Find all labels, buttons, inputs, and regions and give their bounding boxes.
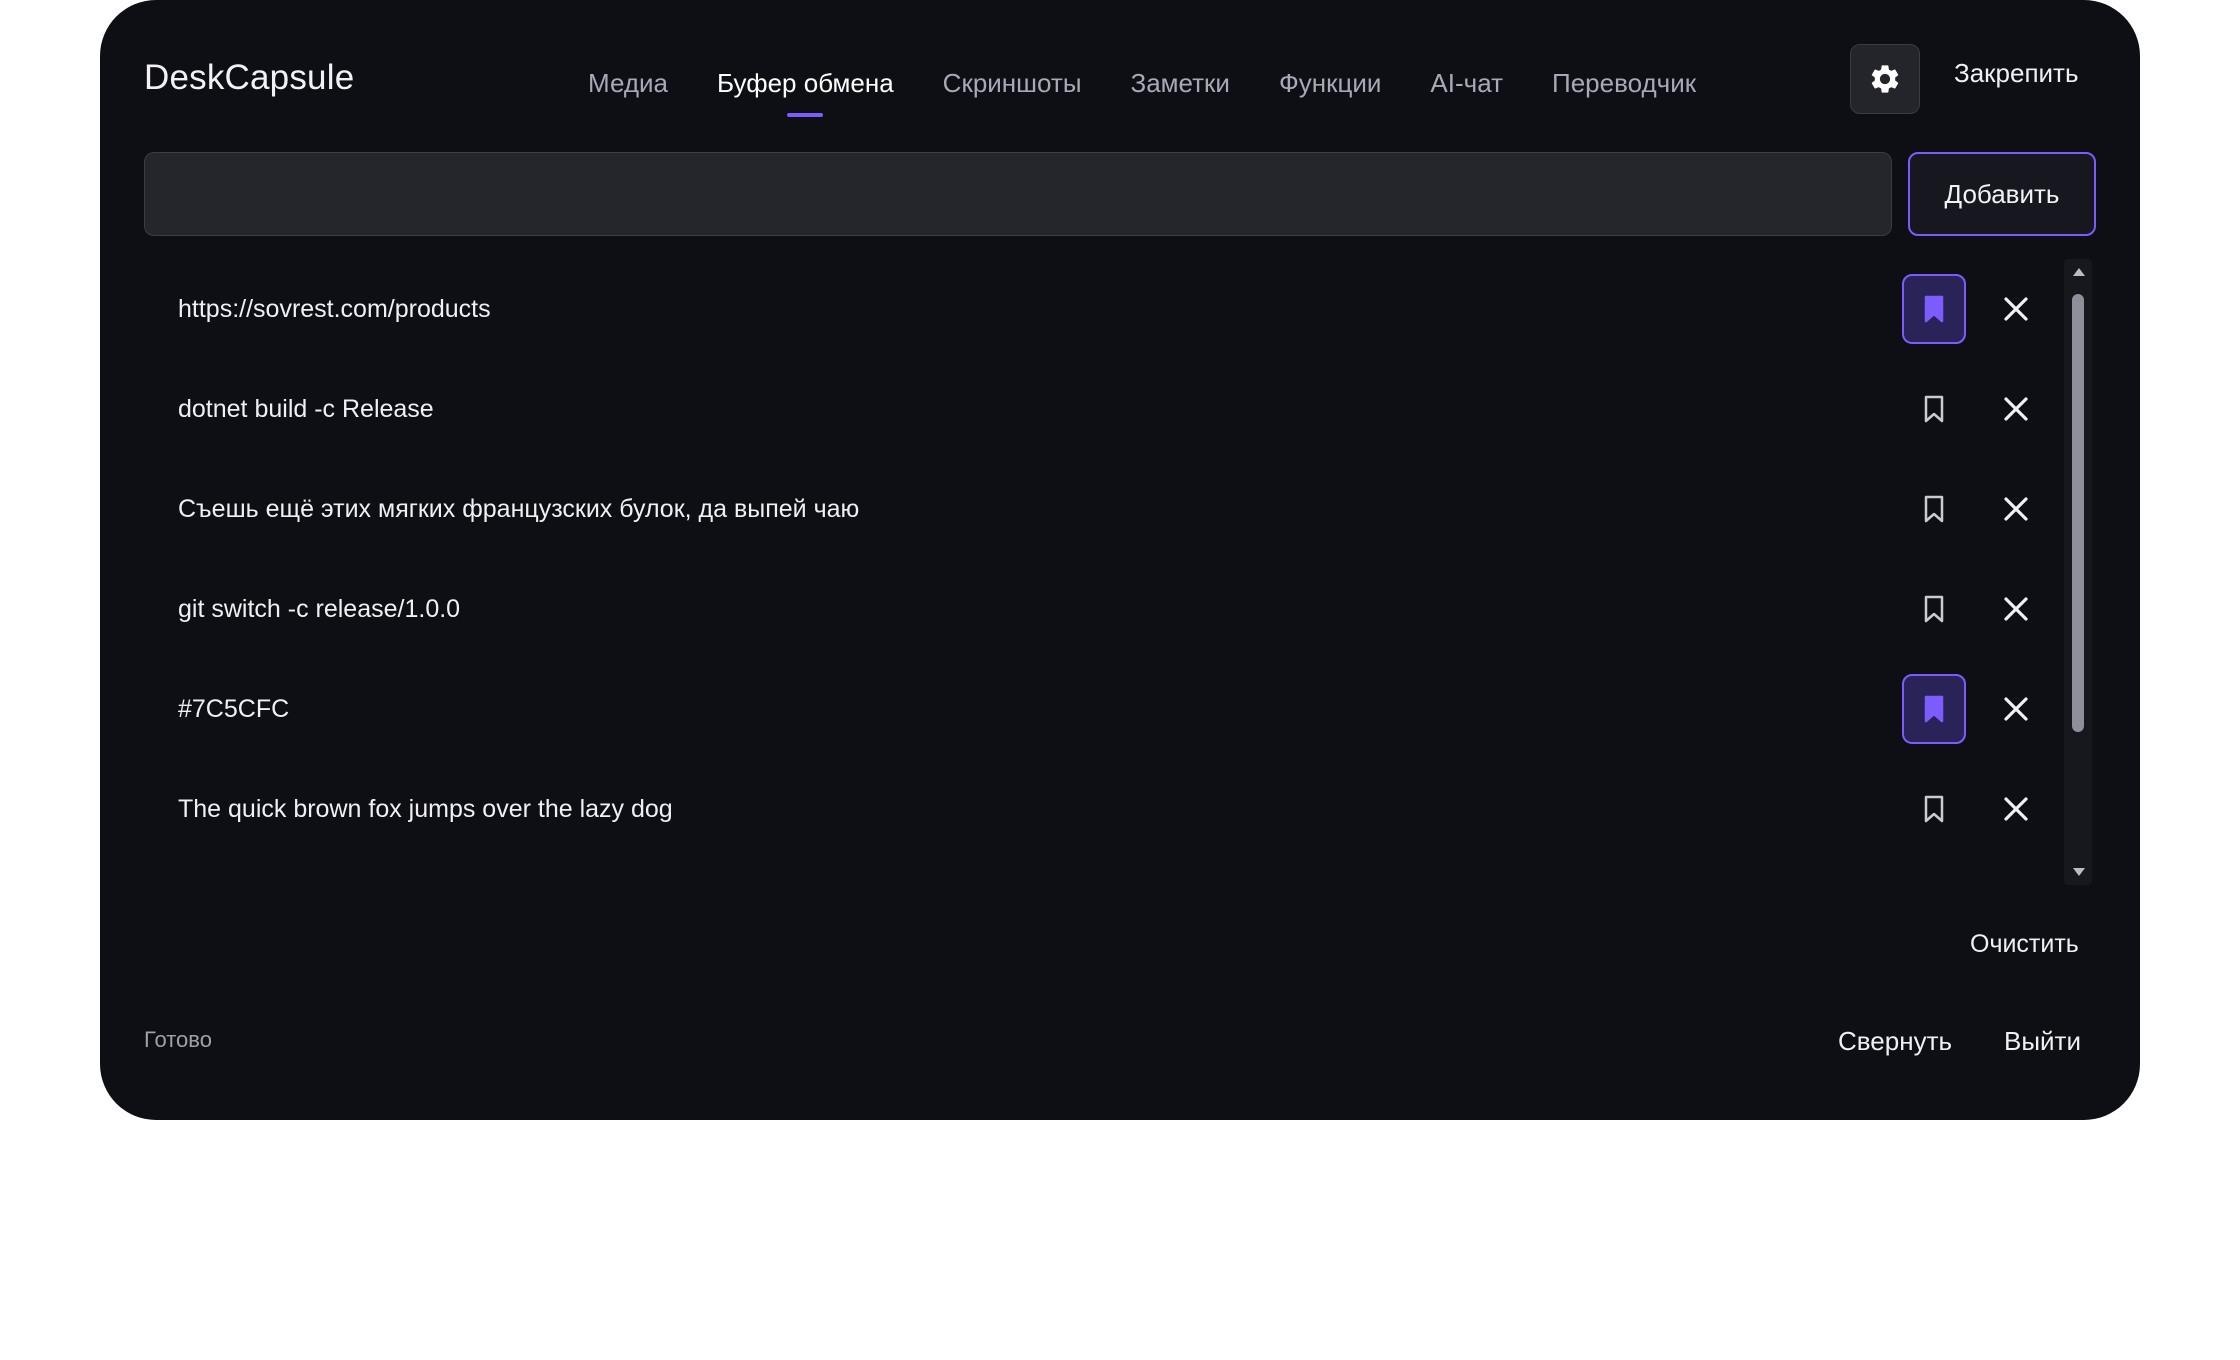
app-window: DeskCapsule Медиа Буфер обмена Скриншоты… [100, 0, 2140, 1120]
app-title: DeskCapsule [144, 58, 355, 97]
settings-button[interactable] [1850, 44, 1920, 114]
tab-functions[interactable]: Функции [1279, 62, 1381, 105]
list-item: dotnet build -c Release [144, 359, 2100, 459]
close-icon [2004, 797, 2028, 821]
tab-notes[interactable]: Заметки [1131, 62, 1230, 105]
list-item-text: #7C5CFC [178, 695, 290, 723]
close-icon [2004, 497, 2028, 521]
delete-button[interactable] [1988, 481, 2044, 537]
clipboard-list: https://sovrest.com/products dotnet buil… [144, 259, 2100, 859]
delete-button[interactable] [1988, 381, 2044, 437]
main-nav: Медиа Буфер обмена Скриншоты Заметки Фун… [588, 0, 1696, 166]
tab-media[interactable]: Медиа [588, 62, 668, 105]
bookmark-icon [1924, 795, 1944, 823]
close-icon [2004, 597, 2028, 621]
pin-window-button[interactable]: Закрепить [1954, 58, 2079, 89]
bookmark-icon [1924, 395, 1944, 423]
delete-button[interactable] [1988, 581, 2044, 637]
tab-clipboard[interactable]: Буфер обмена [717, 62, 894, 105]
list-item: git switch -c release/1.0.0 [144, 559, 2100, 659]
delete-button[interactable] [1988, 681, 2044, 737]
bookmark-icon [1924, 595, 1944, 623]
delete-button[interactable] [1988, 281, 2044, 337]
status-text: Готово [144, 1027, 212, 1052]
add-button[interactable]: Добавить [1908, 152, 2096, 236]
scroll-thumb[interactable] [2072, 294, 2084, 732]
pin-toggle-button[interactable] [1902, 274, 1966, 344]
clipboard-input[interactable] [144, 152, 1892, 236]
list-item-text: git switch -c release/1.0.0 [178, 595, 461, 623]
list-item-text: The quick brown fox jumps over the lazy … [178, 795, 673, 823]
pin-toggle-button[interactable] [1902, 674, 1966, 744]
delete-button[interactable] [1988, 781, 2044, 837]
close-icon [2004, 397, 2028, 421]
scrollbar[interactable] [2064, 259, 2092, 885]
tab-translator[interactable]: Переводчик [1552, 62, 1696, 105]
pin-toggle-button[interactable] [1902, 574, 1966, 644]
collapse-button[interactable]: Свернуть [1838, 1026, 1952, 1057]
gear-icon [1871, 65, 1899, 93]
list-item: The quick brown fox jumps over the lazy … [144, 759, 2100, 859]
list-item-text: dotnet build -c Release [178, 395, 434, 423]
scroll-down-arrow-icon[interactable] [2073, 868, 2085, 876]
clear-button[interactable]: Очистить [1970, 930, 2079, 959]
bookmark-icon [1924, 695, 1944, 723]
list-item: #7C5CFC [144, 659, 2100, 759]
bookmark-icon [1924, 295, 1944, 323]
list-item: Съешь ещё этих мягких французских булок,… [144, 459, 2100, 559]
pin-toggle-button[interactable] [1902, 374, 1966, 444]
close-icon [2004, 297, 2028, 321]
list-item-text: Съешь ещё этих мягких французских булок,… [178, 495, 860, 523]
tab-ai-chat[interactable]: AI-чат [1430, 62, 1503, 105]
pin-toggle-button[interactable] [1902, 774, 1966, 844]
close-icon [2004, 697, 2028, 721]
exit-button[interactable]: Выйти [2004, 1026, 2081, 1057]
list-item: https://sovrest.com/products [144, 259, 2100, 359]
tab-screenshots[interactable]: Скриншоты [943, 62, 1082, 105]
list-item-text: https://sovrest.com/products [178, 295, 491, 323]
scroll-up-arrow-icon[interactable] [2073, 268, 2085, 276]
bookmark-icon [1924, 495, 1944, 523]
pin-toggle-button[interactable] [1902, 474, 1966, 544]
